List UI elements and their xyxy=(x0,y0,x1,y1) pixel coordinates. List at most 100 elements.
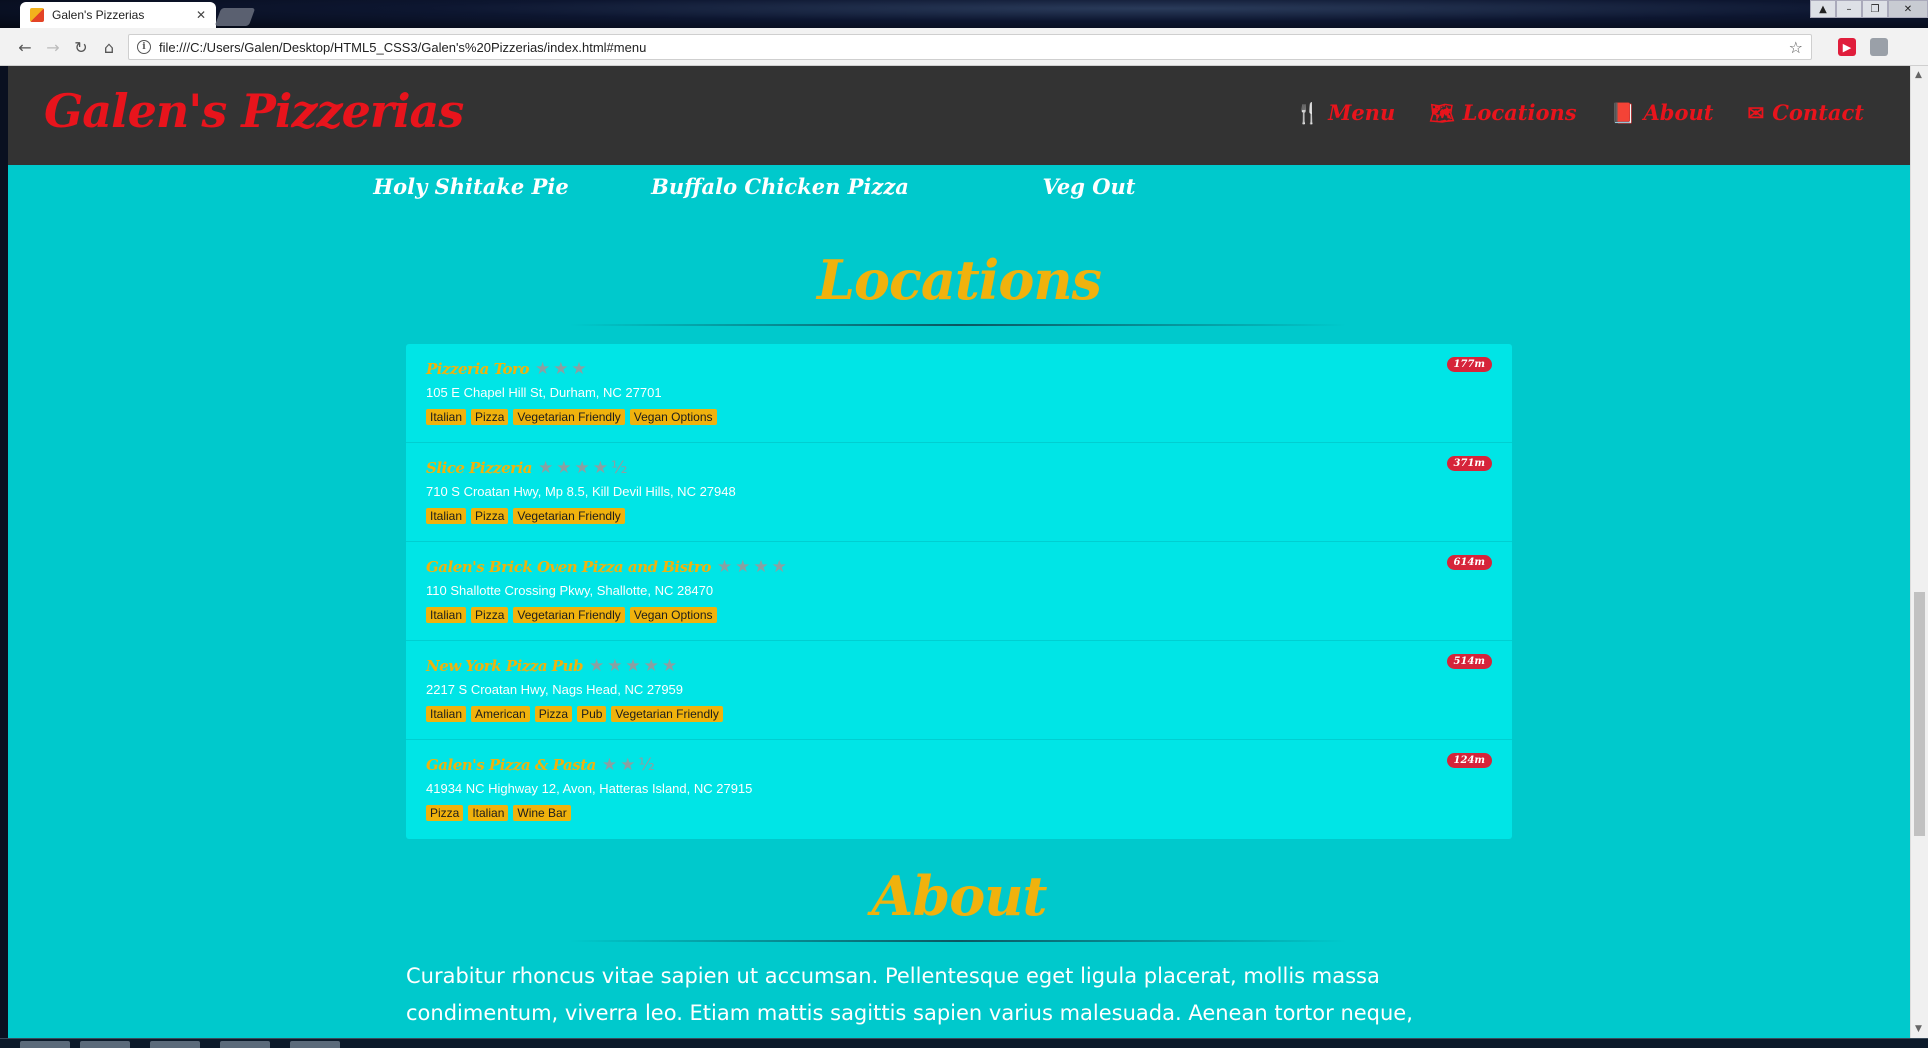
taskbar-item[interactable] xyxy=(290,1041,340,1048)
tag: Pizza xyxy=(534,706,573,722)
tag: Pizza xyxy=(471,508,509,524)
location-card[interactable]: New York Pizza Pub ★★★★★ 2217 S Croatan … xyxy=(406,641,1512,740)
site-brand[interactable]: Galen's Pizzerias xyxy=(44,84,464,138)
tag: Italian xyxy=(426,607,467,623)
nav-menu-label: Menu xyxy=(1328,100,1396,125)
menu-item[interactable]: Veg Out xyxy=(1043,174,1136,199)
star-rating-icon: ★★★ xyxy=(534,359,590,379)
distance-badge: 614m xyxy=(1446,555,1492,570)
scroll-thumb[interactable] xyxy=(1914,592,1925,836)
tag-list: Italian American Pizza Pub Vegetarian Fr… xyxy=(426,706,1492,722)
info-icon[interactable]: i xyxy=(137,40,151,54)
tag: Vegetarian Friendly xyxy=(513,508,625,524)
menu-item[interactable]: Holy Shitake Pie xyxy=(373,174,568,199)
about-paragraph: Curabitur rhoncus vitae sapien ut accums… xyxy=(406,964,1413,1025)
restore-button[interactable]: ❐ xyxy=(1862,0,1888,18)
location-card[interactable]: Galen's Brick Oven Pizza and Bistro ★★★★… xyxy=(406,542,1512,641)
location-card[interactable]: Slice Pizzeria ★★★★½ 710 S Croatan Hwy, … xyxy=(406,443,1512,542)
site-header: Galen's Pizzerias 🍴 Menu 🗺 Locations 📕 A… xyxy=(8,66,1910,165)
page-viewport: Galen's Pizzerias 🍴 Menu 🗺 Locations 📕 A… xyxy=(8,66,1910,1038)
location-name[interactable]: New York Pizza Pub xyxy=(426,657,583,675)
nav-locations[interactable]: 🗺 Locations xyxy=(1429,100,1576,125)
location-name[interactable]: Galen's Brick Oven Pizza and Bistro xyxy=(426,558,711,576)
menu-items-row: Holy Shitake Pie Buffalo Chicken Pizza V… xyxy=(8,174,1910,214)
taskbar-item[interactable] xyxy=(150,1041,200,1048)
site-nav: 🍴 Menu 🗺 Locations 📕 About ✉ Contact xyxy=(1295,100,1864,125)
tag: Vegetarian Friendly xyxy=(513,607,625,623)
browser-toolbar: ← → ↻ ⌂ i file:///C:/Users/Galen/Desktop… xyxy=(0,28,1928,66)
location-card[interactable]: Pizzeria Toro ★★★ 105 E Chapel Hill St, … xyxy=(406,344,1512,443)
extension-youtube-icon[interactable]: ▶ xyxy=(1838,38,1856,56)
nav-about[interactable]: 📕 About xyxy=(1611,100,1714,125)
extension-icon[interactable] xyxy=(1870,38,1888,56)
minimize-button[interactable]: – xyxy=(1836,0,1862,18)
tag: Italian xyxy=(426,508,467,524)
scroll-up-icon[interactable]: ▲ xyxy=(1915,70,1922,80)
location-address: 41934 NC Highway 12, Avon, Hatteras Isla… xyxy=(426,781,753,796)
taskbar-item[interactable] xyxy=(220,1041,270,1048)
distance-badge: 124m xyxy=(1446,753,1492,768)
tab-title: Galen's Pizzerias xyxy=(52,8,145,22)
close-window-button[interactable]: ✕ xyxy=(1888,0,1928,18)
book-icon: 📕 xyxy=(1610,100,1636,125)
nav-about-label: About xyxy=(1643,100,1714,125)
location-name[interactable]: Pizzeria Toro xyxy=(426,360,529,378)
nav-contact-label: Contact xyxy=(1772,100,1864,125)
user-icon[interactable]: ▲ xyxy=(1810,0,1836,18)
browser-tab[interactable]: Galen's Pizzerias ✕ xyxy=(20,2,216,28)
location-card[interactable]: Galen's Pizza & Pasta ★★½ 41934 NC Highw… xyxy=(406,740,1512,839)
back-arrow-icon[interactable]: ← xyxy=(14,37,36,57)
start-button[interactable] xyxy=(20,1041,70,1048)
home-icon[interactable]: ⌂ xyxy=(98,37,120,57)
location-name[interactable]: Slice Pizzeria xyxy=(426,459,533,477)
distance-badge: 514m xyxy=(1446,654,1492,669)
url-text[interactable]: file:///C:/Users/Galen/Desktop/HTML5_CSS… xyxy=(159,40,1789,55)
distance-badge: 371m xyxy=(1446,456,1492,471)
tag-list: Italian Pizza Vegetarian Friendly Vegan … xyxy=(426,607,1492,623)
scroll-down-icon[interactable]: ▼ xyxy=(1915,1024,1922,1034)
divider xyxy=(570,324,1346,326)
location-name[interactable]: Galen's Pizza & Pasta xyxy=(426,756,596,774)
taskbar-item[interactable] xyxy=(80,1041,130,1048)
fork-knife-icon: 🍴 xyxy=(1295,100,1321,125)
map-icon: 🗺 xyxy=(1429,100,1455,125)
tag: Vegan Options xyxy=(629,607,717,623)
tag: Pizza xyxy=(471,409,509,425)
forward-arrow-icon[interactable]: → xyxy=(42,37,64,57)
location-address: 105 E Chapel Hill St, Durham, NC 27701 xyxy=(426,385,662,400)
tag-list: Italian Pizza Vegetarian Friendly Vegan … xyxy=(426,409,1492,425)
address-bar[interactable]: i file:///C:/Users/Galen/Desktop/HTML5_C… xyxy=(128,34,1812,60)
star-rating-icon: ★★★★½ xyxy=(538,458,631,478)
reload-icon[interactable]: ↻ xyxy=(70,37,92,57)
tag: Pizza xyxy=(426,805,464,821)
about-heading: About xyxy=(871,864,1048,928)
location-address: 110 Shallotte Crossing Pkwy, Shallotte, … xyxy=(426,583,714,598)
locations-list: Pizzeria Toro ★★★ 105 E Chapel Hill St, … xyxy=(406,344,1512,839)
star-rating-icon: ★★½ xyxy=(601,755,658,775)
tag: Vegetarian Friendly xyxy=(611,706,723,722)
pizza-favicon-icon xyxy=(30,8,44,22)
nav-menu[interactable]: 🍴 Menu xyxy=(1295,100,1395,125)
os-taskbar xyxy=(0,1038,1928,1048)
distance-badge: 177m xyxy=(1446,357,1492,372)
bookmark-star-icon[interactable]: ☆ xyxy=(1789,38,1803,57)
tag: Pub xyxy=(577,706,607,722)
nav-locations-label: Locations xyxy=(1462,100,1577,125)
browser-tabstrip: Galen's Pizzerias ✕ ▲ – ❐ ✕ xyxy=(0,0,1928,28)
location-address: 2217 S Croatan Hwy, Nags Head, NC 27959 xyxy=(426,682,684,697)
close-tab-icon[interactable]: ✕ xyxy=(196,8,206,22)
menu-item[interactable]: Buffalo Chicken Pizza xyxy=(651,174,909,199)
tag: American xyxy=(471,706,530,722)
tag: Vegan Options xyxy=(629,409,717,425)
tag: Vegetarian Friendly xyxy=(513,409,625,425)
star-rating-icon: ★★★★★ xyxy=(588,656,681,676)
location-address: 710 S Croatan Hwy, Mp 8.5, Kill Devil Hi… xyxy=(426,484,736,499)
new-tab-button[interactable] xyxy=(214,8,256,26)
vertical-scrollbar[interactable]: ▲ ▼ xyxy=(1910,66,1928,1038)
nav-contact[interactable]: ✉ Contact xyxy=(1747,100,1864,125)
tag: Italian xyxy=(426,706,467,722)
tag: Pizza xyxy=(471,607,509,623)
envelope-icon: ✉ xyxy=(1747,100,1765,125)
divider xyxy=(570,940,1346,942)
tag: Italian xyxy=(468,805,509,821)
